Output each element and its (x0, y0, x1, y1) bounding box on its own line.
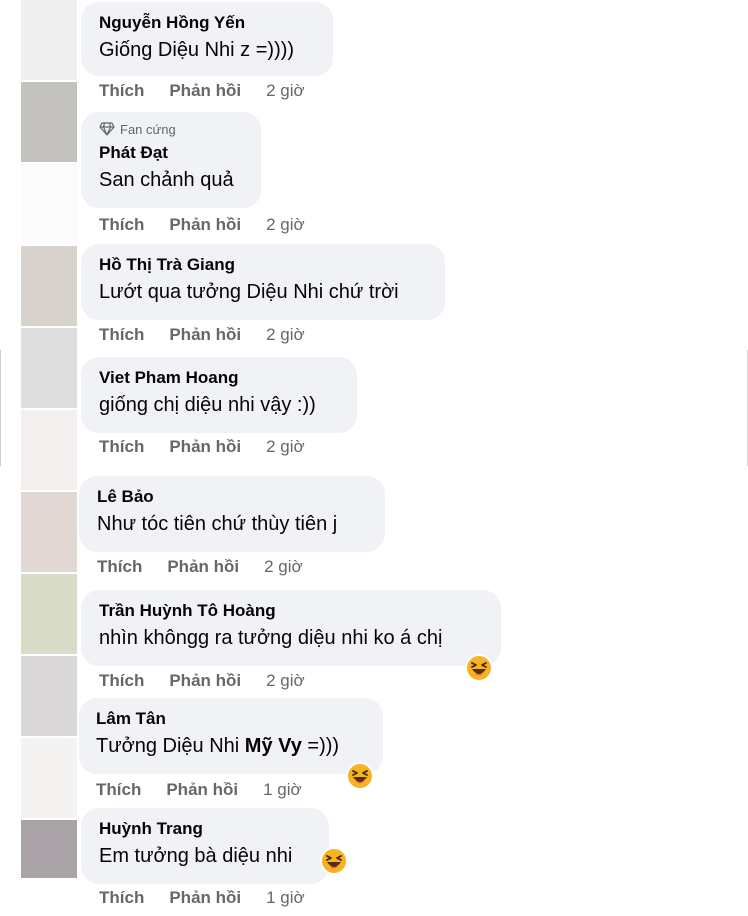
like-button[interactable]: Thích (99, 215, 144, 235)
reply-button[interactable]: Phản hồi (169, 215, 241, 235)
laughing-emoji (320, 847, 348, 875)
side-image-strip (21, 574, 77, 654)
side-image-strip (21, 410, 77, 490)
reply-button[interactable]: Phản hồi (169, 325, 241, 345)
comment-text-plain: Tưởng Diệu Nhi (96, 735, 245, 757)
comment-actions: Thích Phản hồi 2 giờ (99, 325, 305, 345)
comment-timestamp[interactable]: 2 giờ (266, 81, 305, 101)
comment-actions: Thích Phản hồi 2 giờ (99, 437, 305, 457)
reply-button[interactable]: Phản hồi (169, 81, 241, 101)
commenter-name[interactable]: Trần Huỳnh Tô Hoàng (99, 600, 483, 622)
side-image-strip (21, 656, 77, 736)
comment-text: Giống Diệu Nhi z =)))) (99, 39, 295, 61)
badge-label: Fan cứng (120, 121, 176, 137)
comment-text: San chảnh quả (99, 169, 234, 191)
side-image-strip (21, 82, 77, 162)
commenter-name[interactable]: Nguyễn Hồng Yến (99, 12, 315, 34)
comment-text: Như tóc tiên chứ thùy tiên j (97, 513, 338, 535)
comment-bubble: Fan cứng Phát Đạt San chảnh quả (81, 112, 261, 208)
diamond-icon (99, 122, 115, 136)
side-image-strip (21, 820, 77, 878)
side-image-strip (21, 492, 77, 572)
comment-bubble: Huỳnh Trang Em tưởng bà diệu nhi (81, 808, 329, 884)
comment-timestamp[interactable]: 2 giờ (266, 671, 305, 691)
reply-button[interactable]: Phản hồi (169, 437, 241, 457)
comment-actions: Thích Phản hồi 2 giờ (99, 81, 305, 101)
comment-timestamp[interactable]: 1 giờ (266, 888, 305, 908)
comment-bubble: Nguyễn Hồng Yến Giống Diệu Nhi z =)))) (81, 2, 333, 76)
laughing-emoji (465, 654, 493, 682)
side-image-strip (21, 0, 77, 80)
commenter-name[interactable]: Phát Đạt (99, 142, 243, 164)
like-button[interactable]: Thích (99, 671, 144, 691)
commenter-name[interactable]: Lâm Tân (96, 708, 365, 730)
comment-text: Em tưởng bà diệu nhi (99, 845, 293, 867)
fan-badge: Fan cứng (99, 120, 243, 138)
left-edge-line (0, 350, 1, 466)
like-button[interactable]: Thích (96, 780, 141, 800)
commenter-name[interactable]: Viet Pham Hoang (99, 367, 339, 389)
comment-timestamp[interactable]: 2 giờ (266, 437, 305, 457)
comment-actions: Thích Phản hồi 1 giờ (99, 888, 305, 908)
laughing-emoji (346, 762, 374, 790)
comment-actions: Thích Phản hồi 2 giờ (99, 671, 305, 691)
comment-text-bold: Mỹ Vy (244, 735, 302, 757)
comment-text: giống chị diệu nhi vậy :)) (99, 394, 316, 416)
comment-timestamp[interactable]: 1 giờ (263, 780, 302, 800)
comment-bubble: Hồ Thị Trà Giang Lướt qua tưởng Diệu Nhi… (81, 244, 445, 320)
like-button[interactable]: Thích (99, 81, 144, 101)
reply-button[interactable]: Phản hồi (169, 888, 241, 908)
side-image-strip (21, 738, 77, 818)
side-image-strip (21, 246, 77, 326)
comment-actions: Thích Phản hồi 1 giờ (96, 780, 302, 800)
comment-timestamp[interactable]: 2 giờ (264, 557, 303, 577)
comment-text: Lướt qua tưởng Diệu Nhi chứ trời (99, 281, 399, 303)
commenter-name[interactable]: Lê Bảo (97, 486, 367, 508)
comment-bubble: Trần Huỳnh Tô Hoàng nhìn khôngg ra tưởng… (81, 590, 501, 666)
comment-text-end: =))) (301, 735, 340, 757)
commenter-name[interactable]: Huỳnh Trang (99, 818, 311, 840)
comment-bubble: Lê Bảo Như tóc tiên chứ thùy tiên j (79, 476, 385, 552)
reply-button[interactable]: Phản hồi (166, 780, 238, 800)
like-button[interactable]: Thích (99, 888, 144, 908)
comment-bubble: Lâm Tân Tưởng Diệu Nhi Mỹ Vy =))) (79, 698, 383, 774)
comment-bubble: Viet Pham Hoang giống chị diệu nhi vậy :… (81, 357, 357, 433)
like-button[interactable]: Thích (99, 437, 144, 457)
comment-timestamp[interactable]: 2 giờ (266, 215, 305, 235)
like-button[interactable]: Thích (97, 557, 142, 577)
side-image-strip (21, 164, 77, 244)
reply-button[interactable]: Phản hồi (169, 671, 241, 691)
comment-actions: Thích Phản hồi 2 giờ (99, 215, 305, 235)
commenter-name[interactable]: Hồ Thị Trà Giang (99, 254, 427, 276)
like-button[interactable]: Thích (99, 325, 144, 345)
reply-button[interactable]: Phản hồi (167, 557, 239, 577)
comment-timestamp[interactable]: 2 giờ (266, 325, 305, 345)
side-image-strip (21, 328, 77, 408)
comment-text: Tưởng Diệu Nhi Mỹ Vy =))) (96, 732, 365, 760)
comment-actions: Thích Phản hồi 2 giờ (97, 557, 303, 577)
comment-text: nhìn khôngg ra tưởng diệu nhi ko á chị (99, 627, 443, 649)
